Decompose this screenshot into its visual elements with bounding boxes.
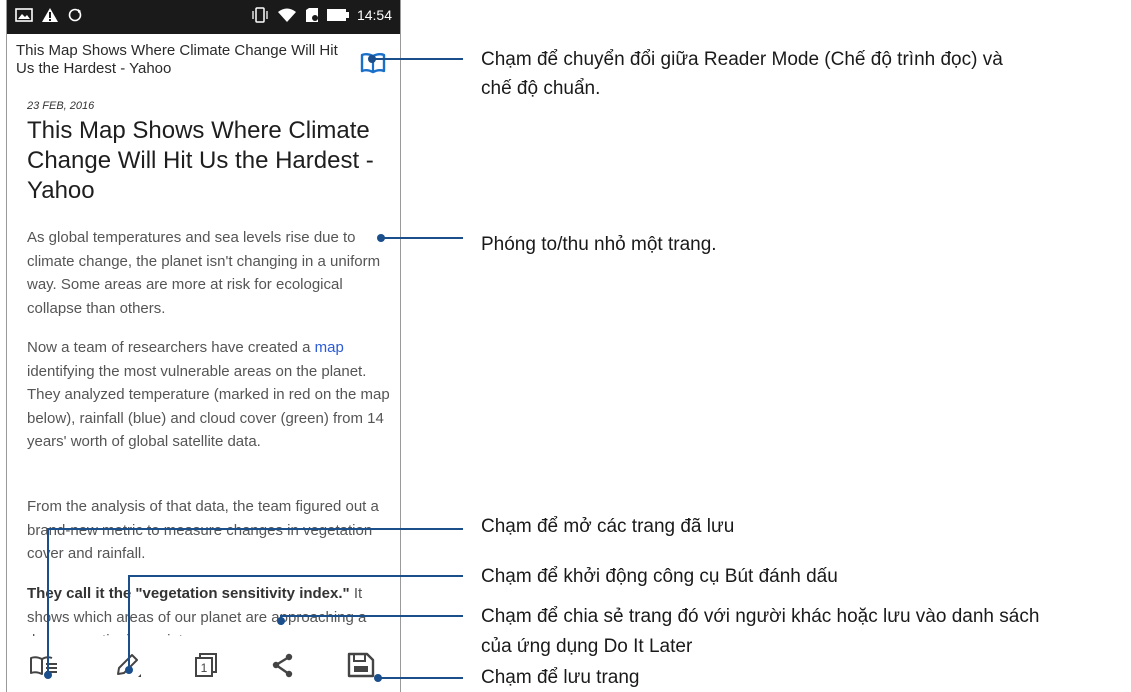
paragraph-text: Now a team of researchers have created a xyxy=(27,339,315,356)
vibrate-icon xyxy=(251,7,269,23)
article-paragraph-1: As global temperatures and sea levels ri… xyxy=(27,229,381,317)
share-icon xyxy=(266,653,298,685)
warning-icon xyxy=(41,7,59,23)
tabs-icon: 1 xyxy=(195,653,217,677)
save-page-button[interactable] xyxy=(345,649,377,681)
article-date: 23 FEB, 2016 xyxy=(27,100,95,112)
article-headline: This Map Shows Where Climate Change Will… xyxy=(27,117,374,204)
wifi-icon xyxy=(277,7,297,23)
bold-text: They call it the "vegetation sensitivity… xyxy=(27,585,350,602)
sync-icon xyxy=(67,7,83,23)
paragraph-text: identifying the most vulnerable areas on… xyxy=(27,362,390,451)
article-content[interactable]: 23 FEB, 2016 This Map Shows Where Climat… xyxy=(7,88,400,636)
browser-top-bar: This Map Shows Where Climate Change Will… xyxy=(7,34,400,88)
book-icon xyxy=(358,53,388,82)
battery-icon xyxy=(326,9,349,21)
annotation-highlighter: Chạm để khởi động công cụ Bút đánh dấu xyxy=(481,566,838,587)
phone-screen: 14:54 This Map Shows Where Climate Chang… xyxy=(6,0,401,692)
saved-pages-icon xyxy=(28,656,60,685)
image-icon xyxy=(15,8,33,22)
annotation-reader-mode-line2: chế độ chuẩn. xyxy=(481,78,601,99)
highlighter-icon xyxy=(111,654,143,685)
sd-card-icon xyxy=(305,7,319,23)
annotation-share-line2: của ứng dụng Do It Later xyxy=(481,636,693,657)
article-paragraph-3: From the analysis of that data, the team… xyxy=(27,498,379,562)
saved-pages-button[interactable] xyxy=(28,649,60,681)
annotation-share-line1: Chạm để chia sẻ trang đó với người khác … xyxy=(481,606,1040,627)
reader-mode-button[interactable] xyxy=(358,48,388,78)
annotation-reader-mode-line1: Chạm để chuyển đổi giữa Reader Mode (Chế… xyxy=(481,49,1003,70)
annotation-open-saved: Chạm để mở các trang đã lưu xyxy=(481,516,735,537)
article-paragraph-2: Now a team of researchers have created a… xyxy=(27,336,392,454)
highlighter-button[interactable] xyxy=(111,649,143,681)
save-page-icon xyxy=(345,652,377,685)
tab-count: 1 xyxy=(201,661,208,675)
tabs-button[interactable]: 1 xyxy=(190,649,222,681)
page-title: This Map Shows Where Climate Change Will… xyxy=(16,42,338,77)
annotation-zoom: Phóng to/thu nhỏ một trang. xyxy=(481,234,717,255)
annotation-save: Chạm để lưu trang xyxy=(481,667,640,688)
map-link[interactable]: map xyxy=(315,339,344,356)
browser-bottom-bar: 1 xyxy=(7,636,400,692)
status-time: 14:54 xyxy=(356,7,392,23)
share-button[interactable] xyxy=(266,649,298,681)
status-bar: 14:54 xyxy=(7,0,400,34)
article-paragraph-4: They call it the "vegetation sensitivity… xyxy=(27,582,392,636)
